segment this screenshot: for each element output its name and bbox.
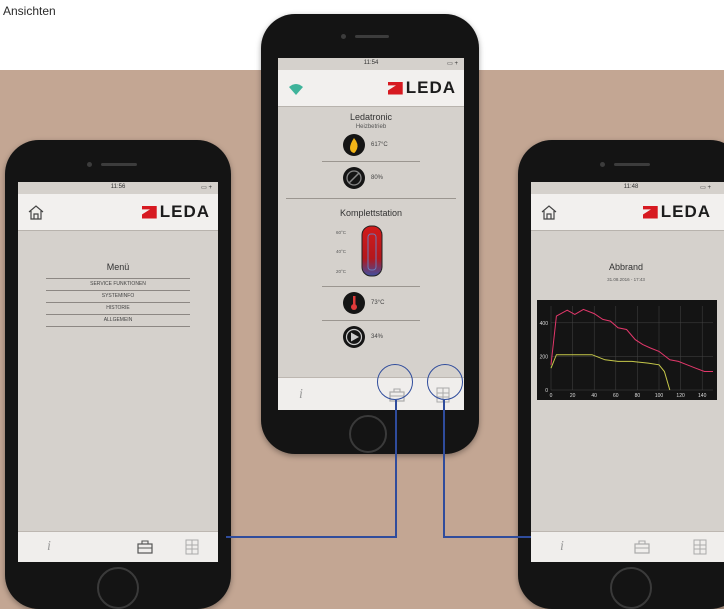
toolbox-connector-line-horizontal (226, 536, 397, 538)
front-camera (341, 34, 346, 39)
damper-value: 80% (371, 175, 384, 181)
section-divider (286, 198, 456, 199)
storage-tank-graphic (361, 225, 383, 277)
damper-icon (343, 167, 365, 189)
app-header: LEDA (278, 70, 464, 107)
grid-connector-line-horizontal (443, 536, 531, 538)
leda-logo-mark (141, 205, 157, 219)
chart-x-tick-label: 40 (591, 393, 597, 399)
home-icon[interactable] (540, 204, 558, 220)
home-button[interactable] (97, 567, 139, 609)
tank-label-middle: 40°C (336, 249, 347, 254)
grid-connector-line-vertical (443, 400, 445, 537)
toolbox-icon[interactable] (633, 538, 651, 556)
section-title-ledatronic: Ledatronic (349, 112, 393, 122)
grid-icon[interactable] (183, 538, 201, 556)
center-screen: 11:54 ▭ + LEDA Ledatronic Heizbetrieb 61… (278, 58, 464, 410)
flame-icon (343, 134, 365, 156)
info-icon[interactable]: i (292, 386, 310, 404)
section-subtitle-heizbetrieb: Heizbetrieb (355, 124, 387, 130)
brand-text: LEDA (405, 78, 456, 97)
speaker-grille (614, 163, 650, 166)
app-header: LEDA (531, 194, 724, 231)
chart-page-title: Abbrand (608, 262, 644, 272)
row-divider (322, 320, 420, 321)
toolbox-icon[interactable] (136, 538, 154, 556)
brand-text: LEDA (159, 202, 210, 221)
sensor-temperature-value: 73°C (371, 300, 385, 306)
temperature-sensor-icon (343, 292, 365, 314)
status-bar: 11:56 ▭ + (18, 182, 218, 194)
speaker-grille (101, 163, 137, 166)
status-time: 11:54 (363, 60, 379, 66)
menu-divider (46, 290, 190, 291)
home-button[interactable] (349, 415, 387, 453)
pump-value: 34% (371, 334, 384, 340)
speaker-grille (355, 35, 389, 38)
status-time: 11:56 (110, 184, 126, 190)
leda-logo: LEDA (141, 202, 210, 222)
wifi-icon (289, 84, 303, 95)
battery-icon: ▭ + (201, 185, 212, 191)
grid-icon[interactable] (691, 538, 709, 556)
abbrand-chart: 0 20 40 60 80 100 120 140 0 200 400 (537, 300, 717, 400)
menu-divider (46, 278, 190, 279)
caption-text: Ansichten (3, 4, 56, 18)
menu-item-service[interactable]: SERVICE FUNKTIONEN (46, 281, 190, 287)
home-icon[interactable] (27, 204, 45, 220)
chart-x-tick-label: 60 (613, 393, 619, 399)
front-camera (600, 162, 605, 167)
info-icon[interactable]: i (553, 538, 571, 556)
section-title-komplettstation: Komplettstation (339, 208, 403, 218)
flame-temperature-value: 617°C (371, 142, 388, 148)
chart-y-tick-label: 0 (545, 388, 548, 394)
menu-divider (46, 302, 190, 303)
home-button[interactable] (610, 567, 652, 609)
menu-item-systeminfo[interactable]: SYSTEMINFO (46, 293, 190, 299)
chart-x-tick-label: 100 (655, 393, 664, 399)
tab-bar: i (531, 531, 724, 562)
status-bar: 11:54 ▭ + (278, 58, 464, 70)
chart-x-tick-label: 20 (570, 393, 576, 399)
chart-background (537, 300, 717, 400)
right-phone: 11:48 ▭ + LEDA Abbrand 31.08.2016 - 17:4… (518, 140, 724, 609)
chart-x-tick-label: 80 (635, 393, 641, 399)
status-time: 11:48 (623, 184, 639, 190)
tank-label-top: 60°C (336, 230, 347, 235)
menu-item-historie[interactable]: HISTORIE (46, 305, 190, 311)
brand-text: LEDA (660, 202, 711, 221)
menu-divider (46, 326, 190, 327)
battery-icon: ▭ + (700, 185, 711, 191)
right-screen: 11:48 ▭ + LEDA Abbrand 31.08.2016 - 17:4… (531, 182, 724, 562)
info-icon[interactable]: i (40, 538, 58, 556)
menu-item-allgemein[interactable]: ALLGEMEIN (46, 317, 190, 323)
status-bar: 11:48 ▭ + (531, 182, 724, 194)
chart-y-tick-label: 400 (540, 321, 549, 327)
row-divider (322, 286, 420, 287)
chart-x-tick-label: 0 (550, 393, 553, 399)
leda-logo: LEDA (387, 78, 456, 98)
toolbox-highlight-circle (377, 364, 413, 400)
tank-label-bottom: 20°C (336, 269, 347, 274)
battery-icon: ▭ + (447, 61, 458, 67)
menu-divider (46, 314, 190, 315)
tab-bar: i (18, 531, 218, 562)
chart-x-tick-label: 140 (698, 393, 707, 399)
grid-highlight-circle (427, 364, 463, 400)
chart-subtitle: 31.08.2016 - 17:43 (607, 277, 645, 282)
chart-x-tick-label: 120 (676, 393, 685, 399)
left-phone: 11:56 ▭ + LEDA Menü SERVICE FUNKTIONEN S… (5, 140, 231, 609)
leda-logo-mark (387, 81, 403, 95)
front-camera (87, 162, 92, 167)
left-screen: 11:56 ▭ + LEDA Menü SERVICE FUNKTIONEN S… (18, 182, 218, 562)
toolbox-connector-line-vertical (395, 400, 397, 537)
app-header: LEDA (18, 194, 218, 231)
pump-play-icon (343, 326, 365, 348)
menu-title: Menü (106, 262, 130, 272)
leda-logo-mark (642, 205, 658, 219)
leda-logo: LEDA (642, 202, 711, 222)
chart-y-tick-label: 200 (540, 354, 549, 360)
row-divider (322, 161, 420, 162)
